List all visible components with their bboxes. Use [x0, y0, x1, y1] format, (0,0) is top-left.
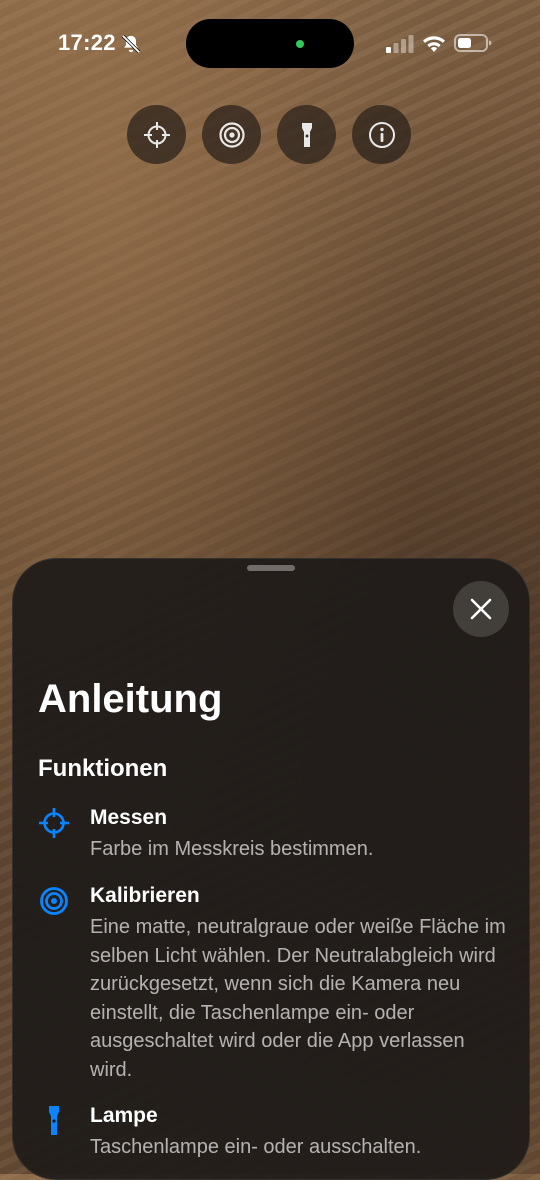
toolbar [127, 105, 411, 164]
info-icon [368, 121, 395, 148]
flashlight-icon [49, 1106, 59, 1135]
battery-icon [454, 34, 492, 52]
feature-description: Eine matte, neutralgraue oder weiße Fläc… [90, 916, 506, 1081]
dynamic-island [186, 19, 354, 68]
feature-description: Farbe im Messkreis bestimmen. [90, 838, 374, 860]
feature-measure: Messen Farbe im Messkreis bestimmen. [38, 805, 508, 864]
target-icon [40, 887, 68, 915]
crosshair-icon [143, 121, 170, 148]
sheet-title: Anleitung [38, 677, 223, 721]
feature-name: Lampe [90, 1104, 158, 1127]
battery-level-fill [458, 38, 471, 48]
instructions-sheet: Anleitung Funktionen Messen Farbe im Mes… [12, 558, 530, 1180]
cellular-signal-icon [386, 35, 414, 53]
target-icon [218, 121, 245, 148]
measure-button[interactable] [127, 105, 186, 164]
feature-calibrate: Kalibrieren Eine matte, neutralgraue ode… [38, 883, 508, 1084]
close-button[interactable] [453, 581, 509, 637]
bell-slash-icon [121, 34, 141, 54]
close-icon [470, 598, 492, 620]
feature-name: Messen [90, 806, 168, 829]
sheet-grabber[interactable] [247, 565, 295, 571]
wifi-icon [423, 36, 445, 52]
crosshair-icon [39, 808, 69, 838]
info-button[interactable] [352, 105, 411, 164]
calibrate-button[interactable] [202, 105, 261, 164]
flashlight-button[interactable] [277, 105, 336, 164]
feature-name: Kalibrieren [90, 884, 200, 907]
camera-indicator-dot [296, 40, 304, 48]
status-bar: 17:22 [0, 0, 540, 90]
status-time: 17:22 [58, 30, 116, 55]
section-title: Funktionen [38, 755, 168, 782]
flashlight-icon [301, 122, 312, 147]
feature-description: Taschenlampe ein- oder ausschalten. [90, 1136, 422, 1158]
feature-lamp: Lampe Taschenlampe ein- oder ausschalten… [38, 1103, 508, 1162]
